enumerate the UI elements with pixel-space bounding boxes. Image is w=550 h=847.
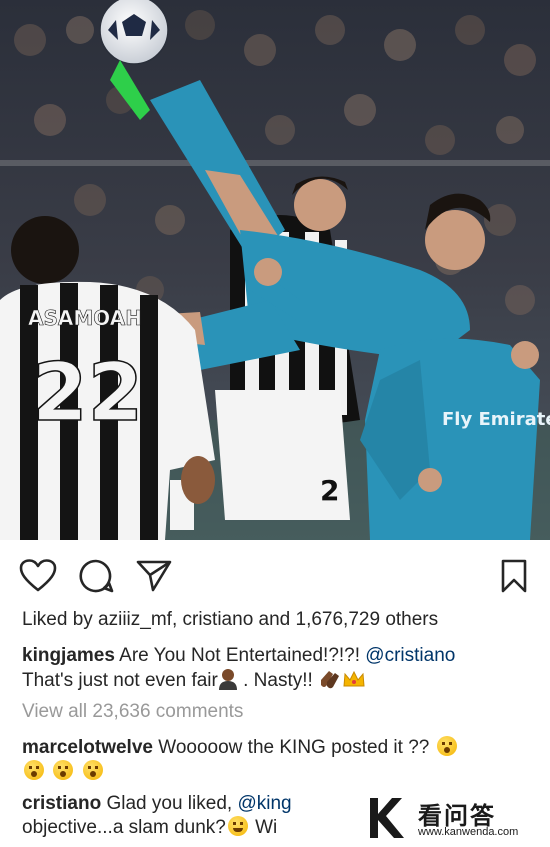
soccer-ball — [99, 0, 169, 65]
comment-text: Wooooow the KING posted it ?? — [152, 737, 435, 758]
comment-button[interactable] — [76, 556, 116, 596]
comment-username[interactable]: cristiano — [22, 793, 101, 814]
teammate-player: Fly Emirates — [360, 338, 550, 540]
post-caption: kingjames Are You Not Entertained!?!?! @… — [22, 644, 522, 693]
comment-bubble-icon — [79, 559, 114, 593]
like-button[interactable] — [18, 556, 58, 596]
save-button[interactable] — [494, 556, 534, 596]
caption-line2-suffix: . Nasty!! — [237, 670, 319, 691]
photo-illustration: 2 Fly Emirates — [0, 0, 550, 540]
astonished-emoji-icon — [24, 760, 44, 780]
svg-text:Fly Emirates: Fly Emirates — [442, 409, 550, 430]
caption-text: Are You Not Entertained!?!?! — [114, 645, 366, 666]
watermark-url: www.kanwenda.com — [418, 826, 519, 838]
grinning-emoji-icon — [227, 816, 248, 836]
crown-emoji-icon — [343, 670, 365, 687]
share-button[interactable] — [134, 556, 174, 596]
caption-mention[interactable]: @cristiano — [365, 645, 455, 666]
paper-plane-icon — [136, 560, 172, 592]
caption-line2: That's just not even fair — [22, 670, 218, 691]
site-watermark: 看问答 www.kanwenda.com — [360, 790, 550, 847]
comment-item: marcelotwelve Wooooow the KING posted it… — [22, 736, 522, 784]
svg-text:22: 22 — [32, 346, 143, 439]
comment-line2-tail: Wi — [249, 817, 278, 838]
person-emoji-icon — [218, 669, 237, 690]
heart-icon — [19, 559, 57, 592]
comment-username[interactable]: marcelotwelve — [22, 737, 153, 758]
post-photo[interactable]: 2 Fly Emirates — [0, 0, 550, 540]
kanwenda-logo-icon — [370, 798, 404, 838]
clapping-hands-emoji-icon — [321, 671, 340, 689]
astonished-emoji-icon — [436, 736, 457, 756]
view-all-comments-link[interactable]: View all 23,636 comments — [22, 701, 243, 723]
comment-line2: objective...a slam dunk? — [22, 817, 226, 838]
caption-username[interactable]: kingjames — [22, 645, 115, 666]
svg-text:2: 2 — [320, 474, 339, 507]
bookmark-icon — [501, 559, 527, 593]
astonished-emoji-icon — [53, 760, 74, 780]
likes-count[interactable]: Liked by aziiiz_mf, cristiano and 1,676,… — [22, 609, 438, 631]
svg-text:ASAMOAH: ASAMOAH — [28, 306, 142, 330]
comment-text: Glad you liked, — [101, 793, 238, 814]
comment-mention[interactable]: @king — [237, 793, 291, 814]
post-action-bar — [0, 548, 550, 604]
astonished-emoji-icon — [82, 760, 103, 780]
